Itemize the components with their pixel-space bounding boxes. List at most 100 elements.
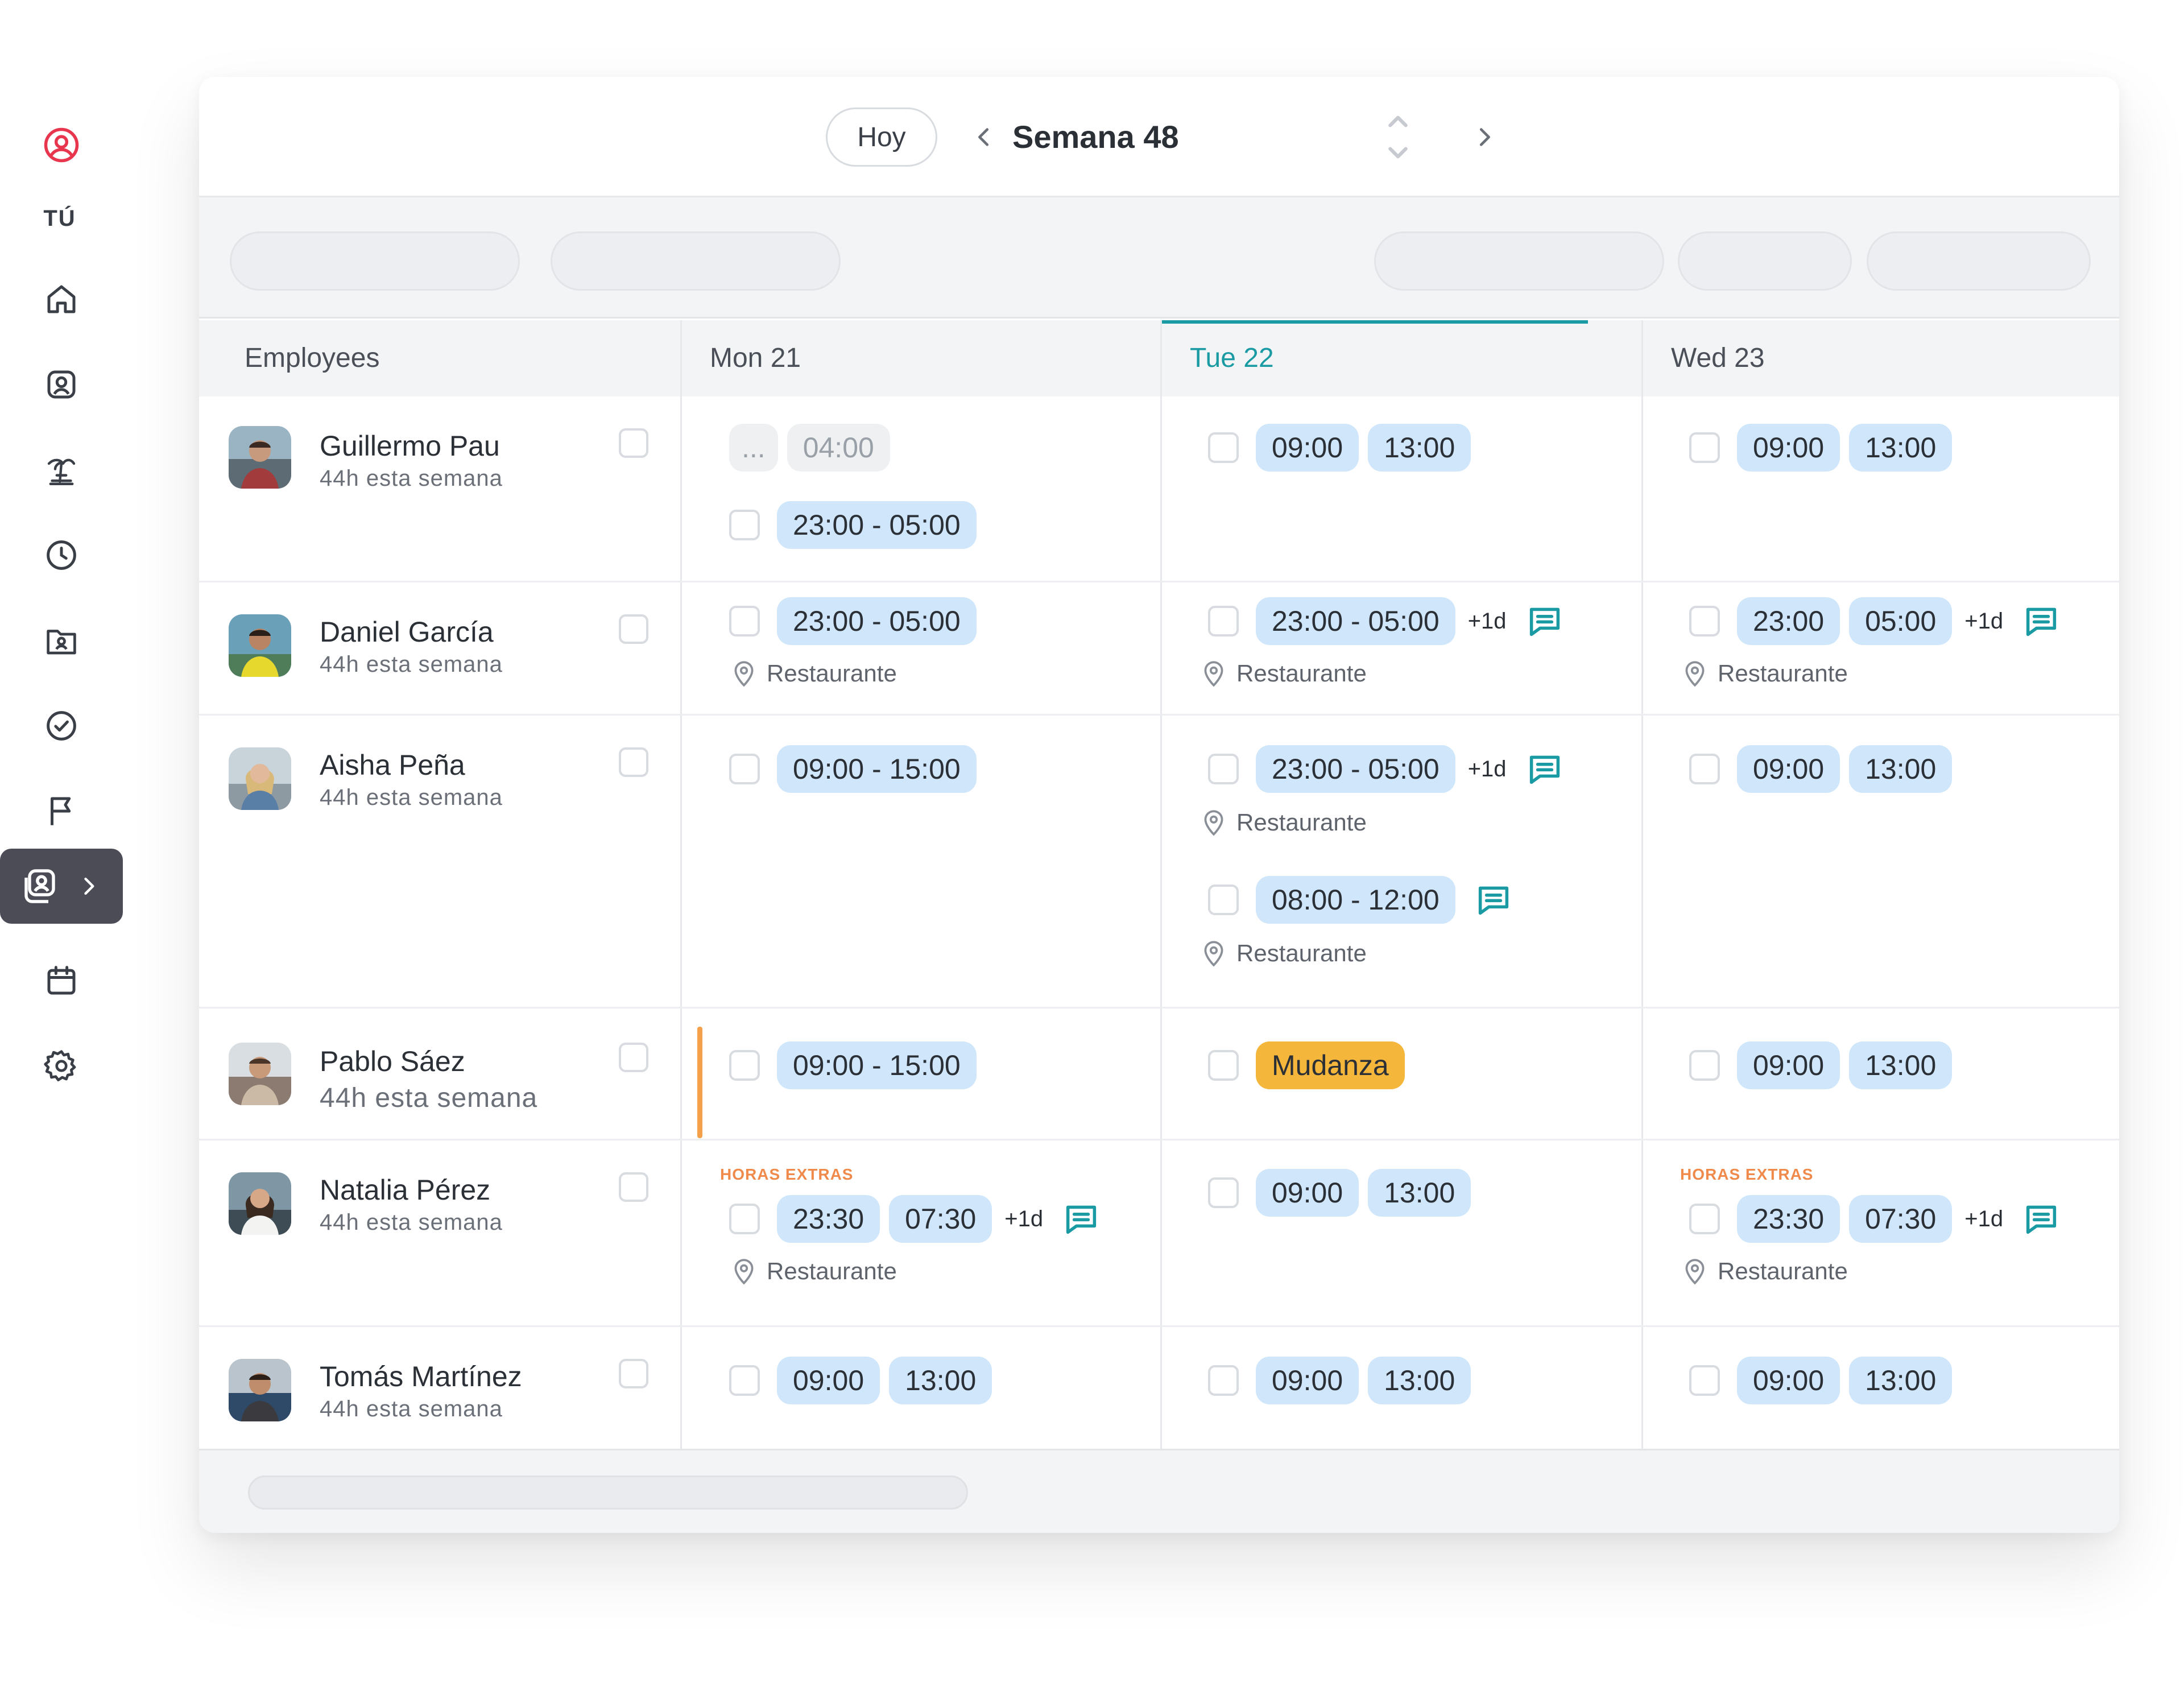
shift-checkbox[interactable] bbox=[1689, 1050, 1720, 1081]
avatar[interactable] bbox=[229, 1359, 291, 1421]
shift-start-chip[interactable]: 23:00 bbox=[1737, 597, 1840, 645]
shift-start-chip[interactable]: 09:00 bbox=[1256, 1169, 1359, 1217]
shift-checkbox[interactable] bbox=[729, 1204, 760, 1234]
shift-checkbox[interactable] bbox=[729, 754, 760, 784]
shift-end-chip[interactable]: 07:30 bbox=[889, 1195, 992, 1243]
shift-end-chip[interactable]: 13:00 bbox=[889, 1357, 992, 1404]
employee-name[interactable]: Natalia Pérez bbox=[320, 1173, 490, 1206]
vacation-icon[interactable] bbox=[34, 443, 89, 497]
settings-icon[interactable] bbox=[34, 1039, 89, 1093]
horizontal-scrollbar[interactable] bbox=[248, 1475, 968, 1510]
shift-checkbox[interactable] bbox=[1689, 606, 1720, 636]
avatar[interactable] bbox=[229, 1172, 291, 1235]
filter-placeholder[interactable] bbox=[551, 232, 841, 291]
employee-checkbox[interactable] bbox=[619, 428, 648, 458]
filter-placeholder[interactable] bbox=[1374, 232, 1664, 291]
shift-checkbox[interactable] bbox=[1689, 1204, 1720, 1234]
day-header-tue-today[interactable]: Tue 22 bbox=[1160, 320, 1641, 396]
shift-checkbox[interactable] bbox=[729, 606, 760, 636]
shift-checkbox[interactable] bbox=[1208, 606, 1239, 636]
shift-start-chip[interactable]: 23:30 bbox=[1737, 1195, 1840, 1243]
avatar[interactable] bbox=[229, 426, 291, 489]
documents-icon[interactable] bbox=[34, 613, 89, 668]
shift-start-chip[interactable]: 09:00 bbox=[1737, 1357, 1840, 1404]
today-button[interactable]: Hoy bbox=[826, 108, 937, 167]
employee-name[interactable]: Aisha Peña bbox=[320, 749, 465, 782]
shift-start-chip[interactable]: 09:00 bbox=[1256, 1357, 1359, 1404]
employee-checkbox[interactable] bbox=[619, 1172, 648, 1202]
employee-name[interactable]: Tomás Martínez bbox=[320, 1360, 522, 1393]
avatar[interactable] bbox=[229, 614, 291, 677]
employee-hours: 44h esta semana bbox=[320, 1396, 503, 1421]
calendar-icon[interactable] bbox=[34, 953, 89, 1008]
sidebar-item-team-active[interactable] bbox=[0, 849, 123, 924]
check-circle-icon[interactable] bbox=[34, 698, 89, 753]
shift-chip[interactable]: 23:00 - 05:00 bbox=[1256, 597, 1455, 645]
shift-checkbox[interactable] bbox=[1208, 1365, 1239, 1396]
more-shifts-button[interactable]: ... bbox=[729, 424, 778, 472]
filter-placeholder[interactable] bbox=[1678, 232, 1852, 291]
shift-end-chip[interactable]: 13:00 bbox=[1368, 1357, 1471, 1404]
shift-chip[interactable]: 23:00 - 05:00 bbox=[777, 597, 977, 645]
shift-end-chip[interactable]: 13:00 bbox=[1849, 745, 1953, 793]
comment-icon[interactable] bbox=[1526, 750, 1563, 788]
user-profile-icon[interactable] bbox=[34, 118, 89, 172]
employee-checkbox[interactable] bbox=[619, 614, 648, 644]
shift-checkbox[interactable] bbox=[1208, 884, 1239, 915]
filter-placeholder[interactable] bbox=[1867, 232, 2091, 291]
week-stepper[interactable] bbox=[1382, 110, 1414, 164]
filter-placeholder[interactable] bbox=[230, 232, 520, 291]
shift-chip[interactable]: 08:00 - 12:00 bbox=[1256, 876, 1455, 924]
shift-end-chip[interactable]: 05:00 bbox=[1849, 597, 1953, 645]
shift-chip[interactable]: 09:00 - 15:00 bbox=[777, 745, 977, 793]
comment-icon[interactable] bbox=[1062, 1200, 1100, 1238]
shift-checkbox[interactable] bbox=[1689, 754, 1720, 784]
shift-end-chip[interactable]: 13:00 bbox=[1849, 1041, 1953, 1089]
shift-checkbox[interactable] bbox=[1208, 432, 1239, 463]
day-header-wed[interactable]: Wed 23 bbox=[1641, 320, 2119, 396]
shift-end-chip[interactable]: 13:00 bbox=[1368, 1169, 1471, 1217]
shift-checkbox[interactable] bbox=[1208, 754, 1239, 784]
shift-start-chip[interactable]: 09:00 bbox=[1737, 424, 1840, 472]
shift-start-chip[interactable]: 23:30 bbox=[777, 1195, 880, 1243]
shift-checkbox[interactable] bbox=[729, 510, 760, 540]
shift-checkbox[interactable] bbox=[729, 1050, 760, 1081]
comment-icon[interactable] bbox=[2022, 1200, 2060, 1238]
shift-start-chip[interactable]: 09:00 bbox=[1256, 424, 1359, 472]
employee-checkbox[interactable] bbox=[619, 747, 648, 777]
shift-checkbox[interactable] bbox=[1689, 1365, 1720, 1396]
day-header-mon[interactable]: Mon 21 bbox=[680, 320, 1160, 396]
avatar[interactable] bbox=[229, 747, 291, 810]
shift-end-chip[interactable]: 13:00 bbox=[1849, 424, 1953, 472]
pending-shift-chip[interactable]: 04:00 bbox=[787, 424, 890, 472]
shift-end-chip[interactable]: 07:30 bbox=[1849, 1195, 1953, 1243]
employee-name[interactable]: Daniel García bbox=[320, 615, 494, 648]
employee-name[interactable]: Guillermo Pau bbox=[320, 429, 500, 462]
flag-icon[interactable] bbox=[34, 784, 89, 838]
shift-start-chip[interactable]: 09:00 bbox=[1737, 1041, 1840, 1089]
shift-chip[interactable]: 23:00 - 05:00 bbox=[1256, 745, 1455, 793]
shift-start-chip[interactable]: 09:00 bbox=[777, 1357, 880, 1404]
shift-chip[interactable]: 09:00 - 15:00 bbox=[777, 1041, 977, 1089]
shift-end-chip[interactable]: 13:00 bbox=[1849, 1357, 1953, 1404]
profile-icon[interactable] bbox=[34, 357, 89, 412]
employee-name[interactable]: Pablo Sáez bbox=[320, 1045, 465, 1078]
shift-checkbox[interactable] bbox=[1208, 1177, 1239, 1208]
employee-checkbox[interactable] bbox=[619, 1043, 648, 1072]
absence-chip[interactable]: Mudanza bbox=[1256, 1041, 1405, 1089]
clock-icon[interactable] bbox=[34, 528, 89, 582]
shift-start-chip[interactable]: 09:00 bbox=[1737, 745, 1840, 793]
shift-checkbox[interactable] bbox=[729, 1365, 760, 1396]
shift-end-chip[interactable]: 13:00 bbox=[1368, 424, 1471, 472]
shift-checkbox[interactable] bbox=[1208, 1050, 1239, 1081]
comment-icon[interactable] bbox=[1475, 881, 1512, 919]
avatar[interactable] bbox=[229, 1043, 291, 1105]
employee-checkbox[interactable] bbox=[619, 1359, 648, 1388]
comment-icon[interactable] bbox=[2022, 602, 2060, 640]
shift-checkbox[interactable] bbox=[1689, 432, 1720, 463]
next-week-button[interactable] bbox=[1462, 113, 1507, 161]
previous-week-button[interactable] bbox=[961, 113, 1007, 161]
home-icon[interactable] bbox=[34, 272, 89, 326]
comment-icon[interactable] bbox=[1526, 602, 1563, 640]
shift-chip[interactable]: 23:00 - 05:00 bbox=[777, 501, 977, 549]
